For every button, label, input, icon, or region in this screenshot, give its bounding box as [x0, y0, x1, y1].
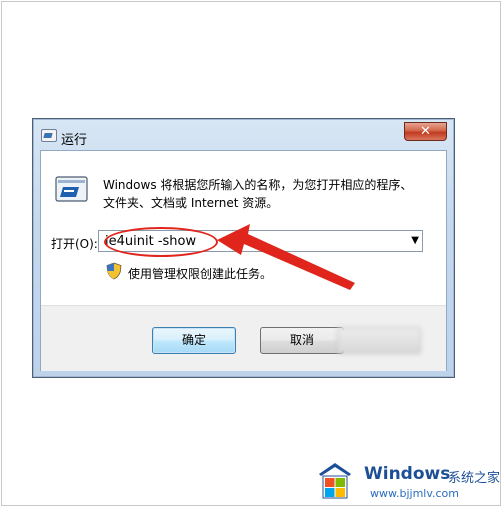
watermark: Windows 系统之家 www.bjjmlv.com	[312, 458, 502, 506]
windows-logo-icon	[319, 463, 351, 499]
annotation-arrow	[217, 224, 355, 290]
watermark-site-name: 系统之家	[448, 471, 501, 486]
watermark-brand: Windows	[364, 464, 451, 484]
watermark-url: www.bjjmlv.com	[370, 487, 459, 500]
